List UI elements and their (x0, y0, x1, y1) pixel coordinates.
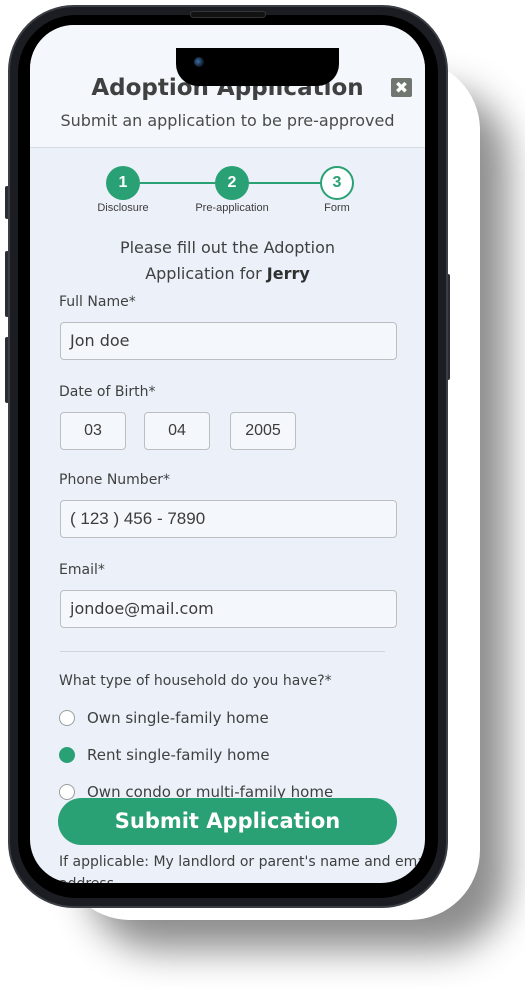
pet-name: Jerry (266, 264, 310, 283)
stage: Adoption Application ✖ Submit an applica… (0, 0, 525, 988)
front-camera-icon (194, 57, 204, 67)
dob-year-input[interactable]: 2005 (230, 412, 296, 450)
form-intro: Please fill out the Adoption Application… (30, 235, 425, 287)
dob-day-input[interactable]: 04 (144, 412, 210, 450)
step-2-label: Pre-application (195, 202, 269, 214)
email-input[interactable]: jondoe@mail.com (60, 590, 397, 628)
submit-application-button[interactable]: Submit Application (58, 798, 397, 845)
landlord-contact-label: If applicable: My landlord or parent's n… (59, 854, 425, 870)
modal-header: Adoption Application ✖ Submit an applica… (30, 25, 425, 148)
phone-screen: Adoption Application ✖ Submit an applica… (30, 25, 425, 883)
step-1-label: Disclosure (97, 202, 149, 214)
page-subtitle: Submit an application to be pre-approved (60, 111, 395, 130)
intro-line-2-prefix: Application for (145, 264, 267, 283)
phone-input[interactable]: ( 123 ) 456 - 7890 (60, 500, 397, 538)
step-number: 2 (227, 174, 237, 191)
radio-label: Rent single-family home (87, 746, 270, 764)
dob-month-input[interactable]: 03 (60, 412, 126, 450)
step-1-circle: 1 (106, 166, 140, 200)
household-question: What type of household do you have?* (59, 673, 332, 689)
full-name-input[interactable]: Jon doe (60, 322, 397, 360)
landlord-contact-label-continued: address (59, 876, 114, 883)
step-number: 1 (118, 174, 128, 191)
step-3-circle: 3 (320, 166, 354, 200)
radio-button[interactable] (59, 784, 75, 800)
progress-stepper: 1 2 3 Disclosure Pre-application Form (30, 165, 425, 217)
section-divider (60, 651, 385, 652)
step-2-circle: 2 (215, 166, 249, 200)
phone-label: Phone Number* (59, 472, 171, 488)
step-3-label: Form (324, 202, 350, 214)
step-number: 3 (332, 174, 342, 191)
step-connector (248, 182, 326, 184)
intro-line-2: Application for Jerry (30, 261, 425, 287)
radio-label: Own single-family home (87, 709, 269, 727)
radio-button[interactable] (59, 710, 75, 726)
earpiece-speaker (190, 11, 266, 18)
radio-button-selected[interactable] (59, 747, 75, 763)
full-name-label: Full Name* (59, 294, 136, 310)
close-x-icon: ✖ (394, 78, 409, 97)
close-button[interactable]: ✖ (391, 78, 412, 97)
email-label: Email* (59, 562, 105, 578)
intro-line-1: Please fill out the Adoption (119, 238, 336, 257)
dob-label: Date of Birth* (59, 384, 156, 400)
notch (176, 48, 339, 86)
step-connector (140, 182, 220, 184)
